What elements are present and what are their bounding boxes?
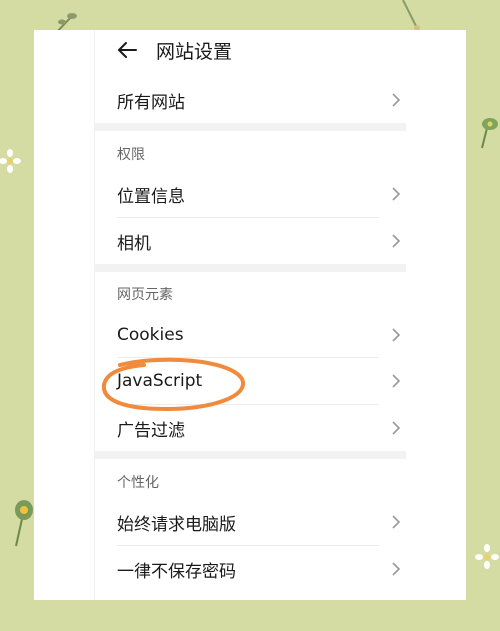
settings-header: 网站设置 [94,30,406,70]
section-divider [94,264,406,272]
row-camera[interactable]: 相机 [94,218,406,264]
settings-card: 网站设置 所有网站 权限 位置信息 相机 网页元素 Cookies JavaSc… [34,30,466,600]
row-always-desktop[interactable]: 始终请求电脑版 [94,499,406,545]
section-title-permissions: 权限 [117,147,145,163]
row-label: 始终请求电脑版 [117,514,236,535]
chevron-right-icon [392,234,401,248]
daisy-decoration-left [0,149,21,173]
row-cookies[interactable]: Cookies [94,312,406,358]
row-label: 所有网站 [117,92,185,113]
row-ad-filter[interactable]: 广告过滤 [94,405,406,451]
chevron-right-icon [392,187,401,201]
section-title-personalization: 个性化 [117,475,159,491]
chevron-right-icon [392,328,401,342]
row-location[interactable]: 位置信息 [94,171,406,217]
daisy-decoration-bottom-right [475,544,499,569]
flower-decoration-top-right [402,0,420,31]
row-label: 广告过滤 [117,420,185,441]
row-label: 位置信息 [117,186,185,207]
row-label: 一律不保存密码 [117,561,236,582]
flower-decoration-bottom-left [15,500,33,547]
chevron-right-icon [392,374,401,388]
flower-decoration-right [481,118,498,149]
chevron-right-icon [392,421,401,435]
arrow-left-icon[interactable] [116,39,138,61]
row-label: 相机 [117,233,151,254]
chevron-right-icon [392,515,401,529]
row-never-save-password[interactable]: 一律不保存密码 [94,546,406,592]
section-divider [94,451,406,459]
page-title: 网站设置 [156,40,233,63]
card-margin [34,30,95,600]
row-label: JavaScript [117,371,203,391]
row-all-sites[interactable]: 所有网站 [94,77,406,123]
chevron-right-icon [392,562,401,576]
section-title-page-elements: 网页元素 [117,287,173,303]
row-javascript[interactable]: JavaScript [94,358,406,404]
chevron-right-icon [392,93,401,107]
section-divider [94,123,406,131]
row-label: Cookies [117,325,184,345]
